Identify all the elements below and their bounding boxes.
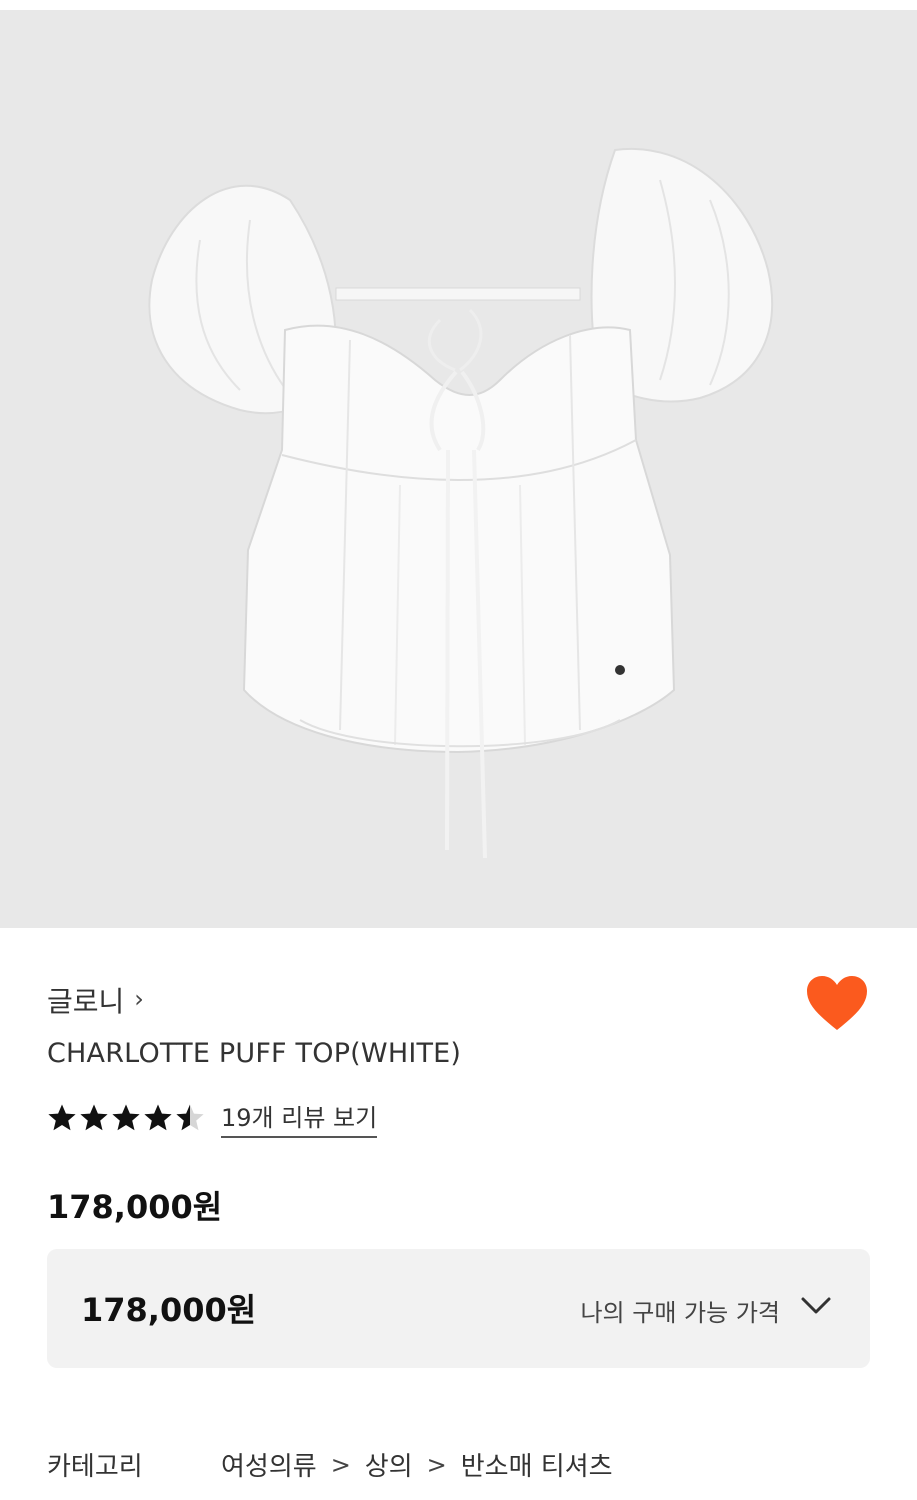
chevron-right-icon: > [330,1450,351,1479]
chevron-down-icon [801,1297,831,1314]
brand-name: 글로니 [47,985,125,1018]
star-icon [176,1104,204,1131]
heart-icon [807,976,867,1030]
my-price-dropdown[interactable]: 178,000원 나의 구매 가능 가격 [47,1249,870,1368]
chevron-right-icon: > [426,1450,447,1479]
star-rating [47,1103,205,1133]
star-icon [80,1104,108,1131]
product-photo [0,10,917,928]
category-crumb-women[interactable]: 여성의류 [221,1446,317,1483]
my-price-label: 나의 구매 가능 가격 [580,1299,780,1327]
review-link[interactable]: 19개 리뷰 보기 [221,1098,378,1138]
category-label: 카테고리 [47,1452,143,1482]
star-icon [48,1104,76,1131]
rating-row: 19개 리뷰 보기 [47,1098,378,1138]
category-crumb-tops[interactable]: 상의 [365,1446,413,1483]
star-icon [112,1104,140,1131]
star-icon [144,1104,172,1131]
product-title: CHARLOTTE PUFF TOP(WHITE) [47,1038,462,1069]
wishlist-button[interactable] [805,974,869,1034]
product-info: 글로니 › CHARLOTTE PUFF TOP(WHITE) 19개 리뷰 보… [0,928,917,1500]
category-crumb-short-sleeve[interactable]: 반소매 티셔츠 [461,1446,613,1483]
category-row: 카테고리 여성의류 > 상의 > 반소매 티셔츠 [47,1446,613,1483]
brand-link[interactable]: 글로니 › [47,980,144,1020]
chevron-right-icon: › [134,985,144,1013]
product-image[interactable] [0,10,917,928]
my-price-value: 178,000원 [81,1291,257,1329]
product-price: 178,000원 [47,1188,223,1226]
